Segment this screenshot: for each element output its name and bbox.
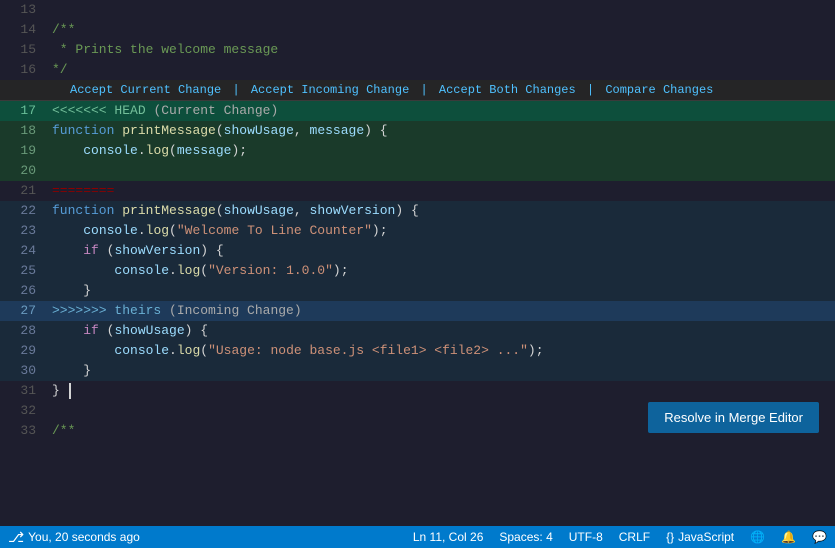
position-text: Ln 11, Col 26	[413, 530, 484, 544]
line-23: 23 console.log("Welcome To Line Counter"…	[0, 221, 835, 241]
language-text: JavaScript	[678, 530, 734, 544]
notification-button[interactable]: 🔔	[781, 530, 796, 544]
git-icon: ⎇	[8, 529, 24, 546]
accept-both-btn[interactable]: Accept Both Changes	[439, 83, 576, 97]
line-26: 26 }	[0, 281, 835, 301]
line-15: 15 * Prints the welcome message	[0, 40, 835, 60]
line-content: * Prints the welcome message	[48, 40, 835, 60]
line-20: 20	[0, 161, 835, 181]
resolve-merge-editor-button[interactable]: Resolve in Merge Editor	[648, 402, 819, 433]
line-28: 28 if (showUsage) {	[0, 321, 835, 341]
line-number: 19	[0, 141, 48, 161]
line-number: 29	[0, 341, 48, 361]
line-number: 24	[0, 241, 48, 261]
line-content: function printMessage(showUsage, showVer…	[48, 201, 835, 221]
line-content: if (showUsage) {	[48, 321, 835, 341]
line-content: ========	[48, 181, 835, 201]
feedback-button[interactable]: 💬	[812, 530, 827, 544]
language-mode[interactable]: {} JavaScript	[666, 530, 734, 544]
line-content: */	[48, 60, 835, 80]
line-content: console.log("Version: 1.0.0");	[48, 261, 835, 281]
line-number: 33	[0, 421, 48, 441]
line-number: 22	[0, 201, 48, 221]
commit-info: You, 20 seconds ago	[28, 530, 140, 544]
lang-icon: {}	[666, 530, 674, 544]
line-content: >>>>>>> theirs (Incoming Change)	[48, 301, 835, 321]
line-number: 32	[0, 401, 48, 421]
line-number: 26	[0, 281, 48, 301]
line-18: 18 function printMessage(showUsage, mess…	[0, 121, 835, 141]
conflict-action-bar: Accept Current Change | Accept Incoming …	[0, 80, 835, 101]
feedback-icon: 💬	[812, 530, 827, 544]
line-13: 13	[0, 0, 835, 20]
indentation: Spaces: 4	[499, 530, 552, 544]
editor: 13 14 /** 15 * Prints the welcome messag…	[0, 0, 835, 526]
source-control-status: ⎇ You, 20 seconds ago	[8, 529, 140, 546]
line-content: console.log("Usage: node base.js <file1>…	[48, 341, 835, 361]
encoding: UTF-8	[569, 530, 603, 544]
line-number: 31	[0, 381, 48, 401]
line-29: 29 console.log("Usage: node base.js <fil…	[0, 341, 835, 361]
remote-button[interactable]: 🌐	[750, 530, 765, 544]
line-content: console.log(message);	[48, 141, 835, 161]
line-content: <<<<<<< HEAD (Current Change)	[48, 101, 835, 121]
line-number: 16	[0, 60, 48, 80]
line-31: 31 }	[0, 381, 835, 401]
eol-text: CRLF	[619, 530, 650, 544]
line-number: 13	[0, 0, 48, 20]
line-content: }	[48, 281, 835, 301]
line-content: /**	[48, 20, 835, 40]
line-16: 16 */	[0, 60, 835, 80]
line-number: 23	[0, 221, 48, 241]
line-content: if (showVersion) {	[48, 241, 835, 261]
line-22: 22 function printMessage(showUsage, show…	[0, 201, 835, 221]
status-bar: ⎇ You, 20 seconds ago Ln 11, Col 26 Spac…	[0, 526, 835, 548]
line-content: function printMessage(showUsage, message…	[48, 121, 835, 141]
line-25: 25 console.log("Version: 1.0.0");	[0, 261, 835, 281]
line-number: 20	[0, 161, 48, 181]
accept-incoming-btn[interactable]: Accept Incoming Change	[251, 83, 409, 97]
line-number: 18	[0, 121, 48, 141]
line-21-separator: 21 ========	[0, 181, 835, 201]
line-content	[48, 0, 835, 20]
line-17-current-header: 17 <<<<<<< HEAD (Current Change)	[0, 101, 835, 121]
line-content	[48, 161, 835, 181]
line-content: console.log("Welcome To Line Counter");	[48, 221, 835, 241]
line-number: 14	[0, 20, 48, 40]
encoding-text: UTF-8	[569, 530, 603, 544]
line-content: }	[48, 361, 835, 381]
code-area: 13 14 /** 15 * Prints the welcome messag…	[0, 0, 835, 441]
line-number: 15	[0, 40, 48, 60]
line-number: 21	[0, 181, 48, 201]
status-right-group: Ln 11, Col 26 Spaces: 4 UTF-8 CRLF {} Ja…	[413, 530, 827, 544]
line-14: 14 /**	[0, 20, 835, 40]
compare-changes-btn[interactable]: Compare Changes	[605, 83, 713, 97]
line-number: 27	[0, 301, 48, 321]
spaces-text: Spaces: 4	[499, 530, 552, 544]
line-number: 30	[0, 361, 48, 381]
eol: CRLF	[619, 530, 650, 544]
cursor-position: Ln 11, Col 26	[413, 530, 484, 544]
remote-icon: 🌐	[750, 530, 765, 544]
line-27-incoming-header: 27 >>>>>>> theirs (Incoming Change)	[0, 301, 835, 321]
line-number: 17	[0, 101, 48, 121]
line-24: 24 if (showVersion) {	[0, 241, 835, 261]
line-number: 28	[0, 321, 48, 341]
line-19: 19 console.log(message);	[0, 141, 835, 161]
line-content: }	[48, 381, 835, 401]
line-number: 25	[0, 261, 48, 281]
line-30: 30 }	[0, 361, 835, 381]
accept-current-btn[interactable]: Accept Current Change	[70, 83, 221, 97]
bell-icon: 🔔	[781, 530, 796, 544]
